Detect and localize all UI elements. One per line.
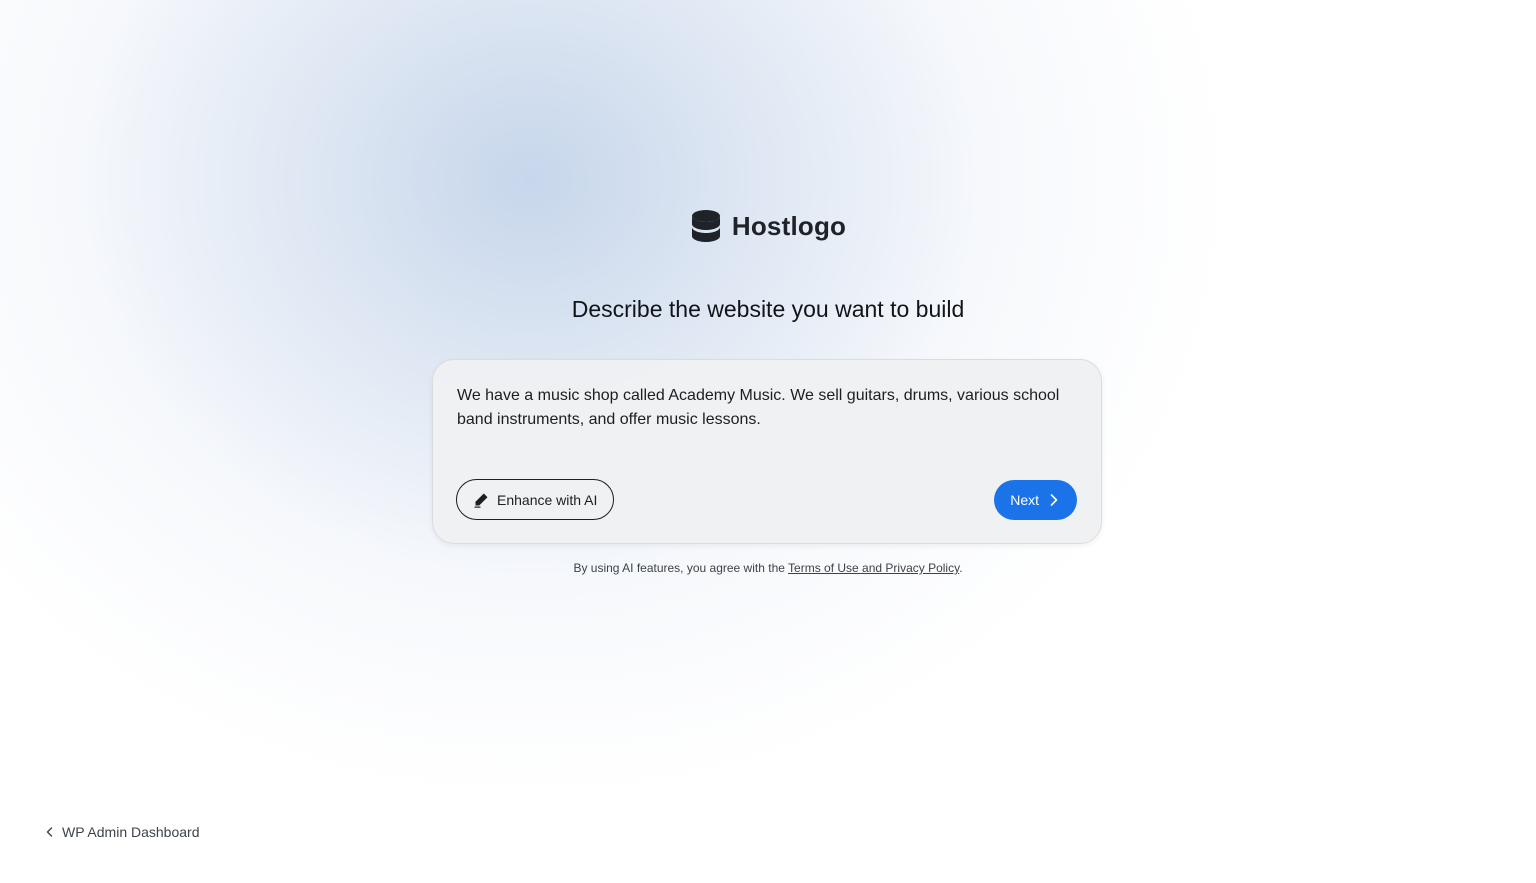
ai-disclaimer: By using AI features, you agree with the…	[0, 561, 1536, 575]
disclaimer-suffix: .	[959, 561, 963, 575]
wp-admin-dashboard-link[interactable]: WP Admin Dashboard	[44, 824, 199, 840]
next-button[interactable]: Next	[994, 480, 1077, 520]
next-button-label: Next	[1010, 492, 1039, 508]
back-link-label: WP Admin Dashboard	[62, 824, 200, 840]
enhance-with-ai-button[interactable]: Enhance with AI	[456, 479, 615, 520]
brand-name: Hostlogo	[731, 210, 847, 241]
chevron-right-icon	[1050, 494, 1058, 506]
enhance-button-label: Enhance with AI	[497, 491, 598, 508]
prompt-card: We have a music shop called Academy Musi…	[432, 359, 1102, 544]
pencil-icon	[474, 493, 488, 508]
disclaimer-prefix: By using AI features, you agree with the	[573, 561, 789, 575]
chevron-left-icon	[46, 827, 53, 837]
website-description-input[interactable]: We have a music shop called Academy Musi…	[457, 384, 1077, 432]
database-icon	[691, 210, 720, 242]
terms-privacy-link[interactable]: Terms of Use and Privacy Policy	[788, 561, 959, 575]
brand-logo: Hostlogo	[0, 209, 1536, 243]
page-title: Describe the website you want to build	[571, 296, 965, 322]
